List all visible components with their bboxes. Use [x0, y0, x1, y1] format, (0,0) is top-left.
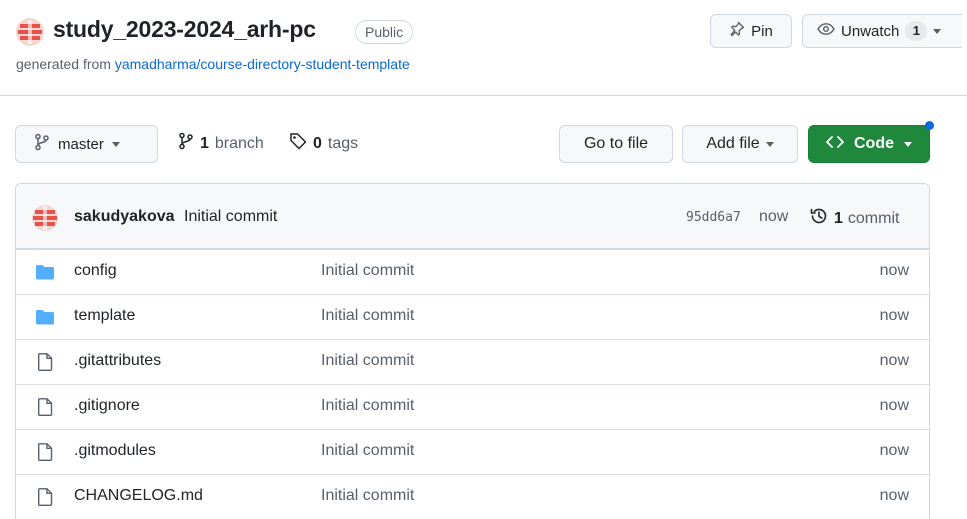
pin-icon	[729, 21, 745, 41]
folder-icon	[35, 263, 55, 281]
file-icon	[35, 488, 55, 506]
file-age: now	[879, 262, 909, 279]
file-commit-message[interactable]: Initial commit	[321, 262, 414, 280]
branch-icon	[34, 133, 50, 155]
tags-link[interactable]: 0 tags	[289, 132, 358, 155]
file-age: now	[879, 487, 909, 504]
file-row[interactable]: config Initial commit now	[16, 249, 929, 294]
code-button[interactable]: Code	[808, 125, 930, 163]
commit-count: 1	[834, 209, 843, 227]
unwatch-button[interactable]: Unwatch 1	[802, 14, 962, 48]
code-label: Code	[854, 135, 894, 152]
commit-history-link[interactable]: 1 commit	[809, 206, 899, 231]
unwatch-label: Unwatch	[841, 22, 900, 40]
generated-from: generated from yamadharma/course-directo…	[16, 56, 410, 72]
branches-link[interactable]: 1 branch	[178, 132, 264, 155]
repo-page: study_2023-2024_arh-pc Public generated …	[0, 0, 967, 519]
file-row[interactable]: .gitignore Initial commit now	[16, 384, 929, 429]
file-age: now	[879, 307, 909, 324]
commit-author-avatar[interactable]	[32, 205, 58, 231]
chevron-down-icon	[904, 141, 912, 147]
commit-sha[interactable]: 95dd6a7	[686, 210, 741, 225]
file-name[interactable]: template	[74, 307, 135, 325]
tag-icon	[289, 132, 307, 155]
file-row[interactable]: template Initial commit now	[16, 294, 929, 339]
file-name[interactable]: .gitignore	[74, 397, 140, 415]
eye-icon	[817, 21, 835, 41]
file-age: now	[879, 442, 909, 459]
file-name[interactable]: .gitattributes	[74, 352, 161, 370]
commit-word: commit	[847, 209, 900, 227]
generated-from-prefix: generated from	[16, 56, 115, 72]
file-row[interactable]: CHANGELOG.md Initial commit now	[16, 474, 929, 519]
chevron-down-icon	[111, 141, 120, 147]
pin-label: Pin	[751, 22, 773, 40]
file-commit-message[interactable]: Initial commit	[321, 352, 414, 370]
chevron-down-icon	[933, 28, 942, 34]
repo-owner-avatar[interactable]	[16, 18, 44, 46]
file-row[interactable]: .gitattributes Initial commit now	[16, 339, 929, 384]
file-commit-message[interactable]: Initial commit	[321, 397, 414, 415]
file-age: now	[879, 397, 909, 414]
history-icon	[809, 206, 829, 231]
file-icon	[35, 353, 55, 371]
go-to-file-label: Go to file	[583, 135, 649, 152]
branch-selector[interactable]: master	[15, 125, 158, 163]
file-commit-message[interactable]: Initial commit	[321, 307, 414, 325]
file-row[interactable]: .gitmodules Initial commit now	[16, 429, 929, 474]
folder-icon	[35, 308, 55, 326]
chevron-down-icon	[765, 141, 774, 147]
file-list: sakudyakova Initial commit 95dd6a7 now 1…	[15, 183, 930, 519]
file-commit-message[interactable]: Initial commit	[321, 442, 414, 460]
repo-title[interactable]: study_2023-2024_arh-pc	[53, 16, 316, 43]
repo-header: study_2023-2024_arh-pc Public generated …	[0, 0, 967, 96]
add-file-button[interactable]: Add file	[682, 125, 798, 163]
file-name[interactable]: CHANGELOG.md	[74, 487, 203, 505]
add-file-label: Add file	[706, 135, 760, 152]
file-icon	[35, 443, 55, 461]
notification-dot	[925, 121, 934, 130]
file-age: now	[879, 352, 909, 369]
file-name[interactable]: .gitmodules	[74, 442, 156, 460]
tag-count: 0	[313, 134, 322, 152]
file-commit-message[interactable]: Initial commit	[321, 487, 414, 505]
pin-button[interactable]: Pin	[710, 14, 792, 48]
latest-commit-bar: sakudyakova Initial commit 95dd6a7 now 1…	[16, 184, 929, 249]
code-icon	[826, 135, 844, 154]
file-name[interactable]: config	[74, 262, 117, 280]
branch-count: 1	[200, 134, 209, 152]
commit-message[interactable]: Initial commit	[184, 208, 277, 226]
commit-author[interactable]: sakudyakova	[74, 208, 175, 226]
go-to-file-button[interactable]: Go to file	[559, 125, 673, 163]
tag-word: tags	[327, 134, 359, 152]
file-icon	[35, 398, 55, 416]
watch-count: 1	[905, 21, 928, 41]
template-repo-link[interactable]: yamadharma/course-directory-student-temp…	[115, 56, 410, 72]
commit-time: now	[759, 208, 789, 225]
visibility-badge: Public	[355, 20, 414, 44]
branch-name: master	[58, 135, 104, 153]
branch-word: branch	[214, 134, 264, 152]
branch-icon	[178, 132, 194, 155]
